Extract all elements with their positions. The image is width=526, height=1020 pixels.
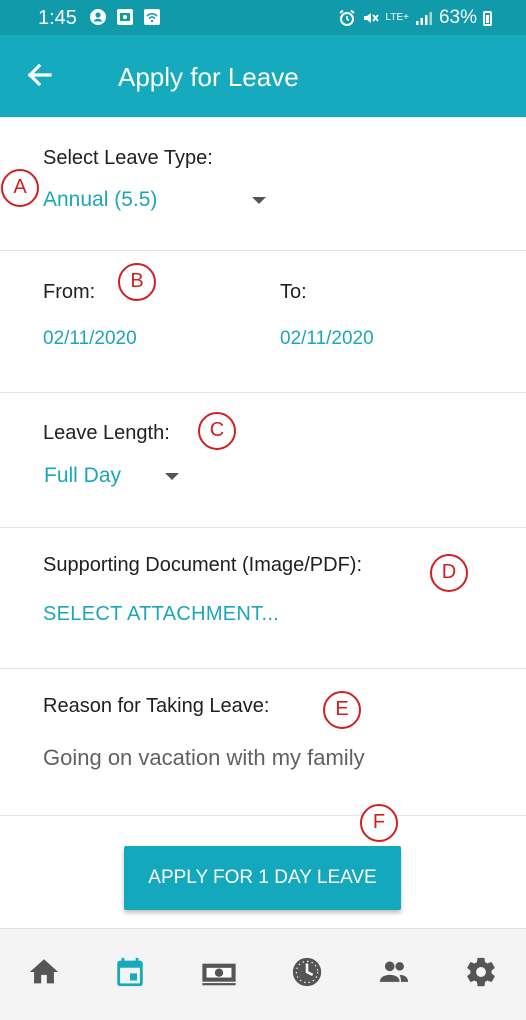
annotation-marker-c: C [198, 412, 236, 450]
annotation-marker-f: F [360, 804, 398, 842]
status-time: 1:45 [38, 7, 77, 29]
mute-icon [363, 13, 379, 23]
document-section: Supporting Document (Image/PDF): SELECT … [0, 528, 526, 669]
apply-leave-button[interactable]: APPLY FOR 1 DAY LEAVE [124, 846, 401, 910]
money-icon [202, 963, 236, 986]
account-icon [90, 9, 106, 25]
leave-type-dropdown[interactable]: Annual (5.5) [43, 183, 273, 219]
annotation-marker-b: B [118, 263, 156, 301]
leave-length-dropdown[interactable]: Full Day [43, 459, 193, 495]
leave-type-label: Select Leave Type: [43, 147, 213, 169]
app-bar: Apply for Leave [0, 35, 526, 117]
document-label: Supporting Document (Image/PDF): [43, 554, 363, 576]
nav-home[interactable] [27, 955, 61, 989]
annotation-marker-d: D [430, 554, 468, 592]
wifi-box-icon [144, 9, 160, 25]
home-icon [29, 959, 59, 984]
chevron-down-icon [165, 473, 179, 480]
from-date-picker[interactable]: 02/11/2020 [43, 328, 137, 350]
calendar-icon [117, 957, 143, 987]
reason-section: Reason for Taking Leave: Going on vacati… [0, 669, 526, 816]
alarm-icon [338, 9, 355, 26]
nav-clock[interactable] [290, 955, 324, 989]
leave-type-value: Annual (5.5) [43, 188, 158, 211]
annotation-marker-a: A [1, 169, 39, 207]
battery-level: 63% [438, 7, 477, 28]
signal-icon [415, 12, 432, 25]
clock-icon [292, 957, 322, 987]
leave-type-section: Select Leave Type: Annual (5.5) A [0, 117, 526, 251]
gear-icon [467, 957, 495, 987]
nav-settings[interactable] [464, 955, 498, 989]
leave-length-section: Leave Length: Full Day C [0, 393, 526, 528]
from-label: From: [43, 281, 96, 303]
nav-calendar[interactable] [113, 955, 147, 989]
select-attachment-button[interactable]: SELECT ATTACHMENT... [43, 603, 279, 626]
chevron-down-icon [252, 197, 266, 204]
reason-label: Reason for Taking Leave: [43, 695, 270, 717]
leave-length-value: Full Day [44, 464, 122, 487]
nav-people[interactable] [377, 955, 411, 989]
status-right: LTE+ 63% [338, 7, 492, 29]
to-date-picker[interactable]: 02/11/2020 [280, 328, 374, 350]
dates-section: From: 02/11/2020 To: 02/11/2020 B [0, 251, 526, 393]
nav-money[interactable] [201, 955, 236, 989]
annotation-marker-e: E [323, 691, 361, 729]
leave-length-label: Leave Length: [43, 422, 170, 444]
to-label: To: [280, 281, 307, 303]
back-button[interactable] [22, 57, 58, 93]
reason-input[interactable]: Going on vacation with my family [43, 745, 365, 771]
photo-icon [117, 9, 133, 25]
network-type: LTE+ [385, 12, 409, 23]
battery-icon [483, 10, 492, 26]
page-title: Apply for Leave [118, 62, 299, 92]
status-bar: 1:45 LTE+ 63% [0, 0, 526, 35]
bottom-nav [0, 928, 526, 1020]
arrow-back-icon [27, 63, 52, 87]
people-icon [379, 961, 409, 982]
